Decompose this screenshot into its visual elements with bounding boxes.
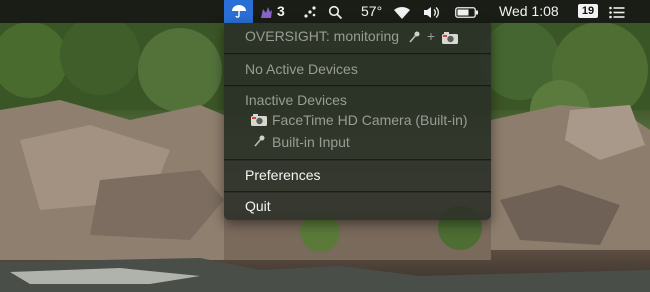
battery-menu-extra[interactable]	[455, 0, 479, 23]
active-devices-row: No Active Devices	[224, 58, 491, 80]
wifi-icon	[394, 6, 410, 19]
inactive-device-microphone: Built-in Input	[224, 131, 491, 153]
oversight-dropdown-menu: OVERSIGHT: monitoring + No Active Device…	[224, 23, 491, 220]
notification-center[interactable]	[609, 0, 625, 23]
connection-dots-menu-extra[interactable]	[303, 0, 317, 23]
status-count: 3	[277, 3, 285, 19]
microphone-device-label: Built-in Input	[272, 134, 350, 150]
menu-separator	[224, 159, 491, 161]
quit-label: Quit	[245, 198, 271, 214]
calendar-date-badge[interactable]: 19	[578, 4, 598, 18]
inactive-device-camera: FaceTime HD Camera (Built-in)	[224, 109, 491, 131]
monitoring-status-text: OVERSIGHT: monitoring	[245, 28, 400, 44]
quit-menu-item[interactable]: Quit	[224, 195, 491, 217]
oversight-menu-extra[interactable]	[224, 0, 253, 23]
monitoring-status-label: OVERSIGHT: monitoring +	[245, 25, 459, 47]
connection-dots-icon	[304, 6, 316, 18]
microphone-icon	[409, 31, 420, 43]
umbrella-icon	[231, 5, 246, 18]
volume-icon	[424, 6, 439, 18]
monitoring-plus: +	[426, 28, 436, 44]
menu-bar: 3 57° Wed 1:08 19	[0, 0, 650, 23]
list-icon	[609, 6, 625, 19]
no-active-devices-label: No Active Devices	[245, 61, 358, 77]
inactive-devices-heading: Inactive Devices	[245, 92, 347, 108]
menu-separator	[224, 53, 491, 55]
menu-bar-clock[interactable]: Wed 1:08	[499, 0, 559, 23]
menu-separator	[224, 191, 491, 193]
volume-menu-extra[interactable]	[423, 0, 441, 23]
menu-separator	[224, 85, 491, 87]
preferences-menu-item[interactable]: Preferences	[224, 164, 491, 186]
search-icon	[328, 5, 343, 19]
inactive-devices-heading-row: Inactive Devices	[224, 89, 491, 111]
spotlight-search[interactable]	[328, 0, 343, 23]
battery-icon	[455, 6, 478, 18]
status-menu-extra[interactable]: 3	[259, 0, 285, 23]
camera-icon	[251, 114, 267, 126]
microphone-icon	[254, 135, 265, 147]
wifi-menu-extra[interactable]	[393, 0, 411, 23]
preferences-label: Preferences	[245, 167, 321, 183]
weather-temperature[interactable]: 57°	[361, 0, 382, 23]
camera-icon	[441, 31, 458, 44]
monitoring-status-row: OVERSIGHT: monitoring +	[224, 25, 491, 47]
camera-device-label: FaceTime HD Camera (Built-in)	[272, 112, 468, 128]
purple-creature-icon	[261, 6, 272, 18]
